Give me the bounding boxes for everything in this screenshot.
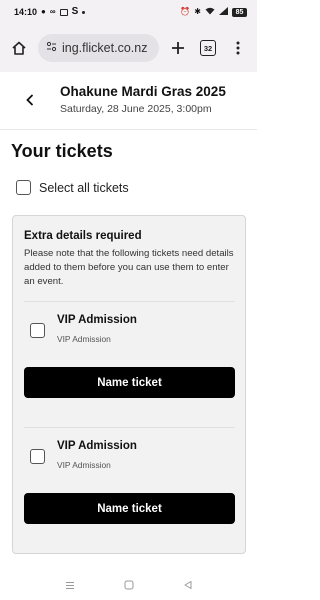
name-ticket-button[interactable]: Name ticket — [24, 367, 235, 398]
event-date: Saturday, 28 June 2025, 3:00pm — [60, 103, 212, 115]
ticket-name: VIP Admission — [57, 314, 137, 326]
page-title: Your tickets — [11, 141, 113, 161]
ticket-type: VIP Admission — [57, 460, 111, 470]
new-tab-plus-icon[interactable] — [167, 37, 189, 59]
card-title: Extra details required — [24, 230, 142, 242]
name-ticket-button[interactable]: Name ticket — [24, 493, 235, 524]
battery-icon: 85 — [232, 7, 247, 17]
home-icon[interactable] — [8, 37, 30, 59]
card-description: Please note that the following tickets n… — [24, 248, 234, 287]
ticket-type: VIP Admission — [57, 334, 111, 344]
message-icon: ● — [41, 7, 46, 16]
ticket-name: VIP Admission — [57, 440, 137, 452]
status-right: ⏰ ✱ 85 — [180, 7, 247, 17]
recents-icon[interactable] — [63, 578, 77, 592]
home-nav-icon[interactable] — [122, 578, 136, 592]
divider — [24, 427, 235, 428]
status-left: 14:10 ● ∞ S — [14, 6, 86, 17]
alarm-icon: ⏰ — [180, 7, 191, 16]
back-arrow-icon[interactable] — [22, 91, 38, 109]
select-all-row[interactable]: Select all tickets — [16, 180, 129, 195]
signal-icon — [219, 7, 228, 17]
clock: 14:10 — [14, 7, 38, 17]
extra-details-card: Extra details required Please note that … — [12, 215, 246, 554]
tab-switcher-icon: 32 — [200, 40, 216, 56]
browser-toolbar: ing.flicket.co.nz 32 — [0, 24, 257, 72]
ticket-checkbox[interactable] — [30, 323, 45, 338]
voicemail-icon: ∞ — [49, 7, 56, 16]
wifi-icon — [205, 7, 215, 17]
gmail-icon — [59, 8, 68, 16]
divider — [24, 301, 235, 302]
event-title: Ohakune Mardi Gras 2025 — [60, 84, 226, 99]
bluetooth-icon: ✱ — [194, 7, 201, 16]
more-menu-icon[interactable] — [227, 37, 249, 59]
address-bar[interactable]: ing.flicket.co.nz — [38, 34, 159, 62]
site-settings-icon[interactable] — [46, 39, 57, 57]
select-all-label: Select all tickets — [39, 180, 129, 195]
tab-switcher-button[interactable]: 32 — [197, 37, 219, 59]
event-titles: Ohakune Mardi Gras 2025 Saturday, 28 Jun… — [60, 84, 226, 115]
system-nav-bar — [0, 570, 257, 600]
dot-icon — [82, 10, 86, 14]
event-header: Ohakune Mardi Gras 2025 Saturday, 28 Jun… — [0, 72, 257, 130]
url-text: ing.flicket.co.nz — [62, 41, 148, 55]
status-bar: 14:10 ● ∞ S ⏰ ✱ 85 — [0, 0, 257, 24]
select-all-checkbox[interactable] — [16, 180, 31, 195]
ticket-checkbox[interactable] — [30, 449, 45, 464]
s-app-icon: S — [71, 6, 79, 17]
back-nav-icon[interactable] — [181, 578, 195, 592]
